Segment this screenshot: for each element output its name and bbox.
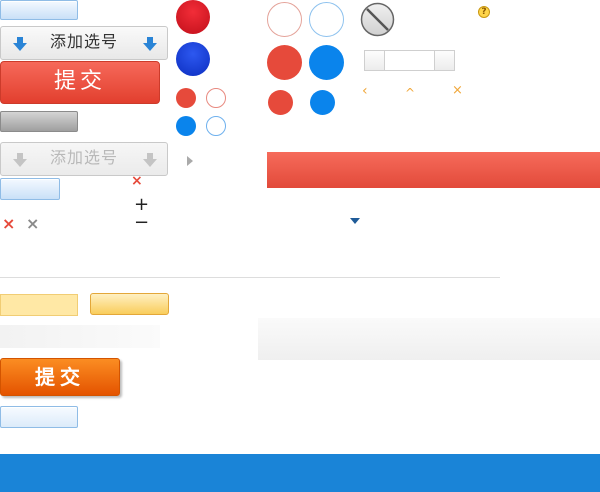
blue-ball[interactable] [176, 42, 210, 76]
blue-small-button-1[interactable] [0, 0, 78, 20]
gray-gradient-bar-large [258, 318, 600, 360]
close-icon-red[interactable]: × [2, 216, 16, 232]
arrow-down-icon [143, 153, 157, 167]
caret-down-icon[interactable] [350, 218, 360, 224]
blue-small-button-2[interactable] [0, 178, 60, 200]
blue-dot-unselected[interactable] [206, 116, 226, 136]
arrow-down-icon [143, 37, 157, 51]
blue-dot-selected[interactable] [176, 116, 196, 136]
red-banner-bar [267, 152, 600, 188]
red-circle-filled-large[interactable] [267, 45, 302, 80]
arrow-down-icon [13, 153, 27, 167]
help-icon[interactable]: ? [478, 6, 490, 18]
close-icon-gray[interactable]: × [26, 216, 40, 232]
chevron-up-icon[interactable]: ^ [405, 86, 419, 100]
divider [0, 277, 500, 278]
yellow-box[interactable] [0, 294, 78, 316]
gray-gradient-bar-small [0, 325, 160, 348]
stepper-decrement[interactable] [365, 51, 385, 70]
chevron-left-icon[interactable]: ‹ [362, 84, 374, 98]
footer-bar [0, 454, 600, 492]
stepper-value[interactable] [386, 51, 434, 70]
minus-icon[interactable]: − [134, 214, 150, 232]
close-icon-small-red[interactable]: × [131, 174, 143, 188]
submit-button[interactable]: 提交 [0, 61, 160, 104]
blue-circle-outline-large[interactable] [309, 2, 344, 37]
red-circle-filled-medium[interactable] [268, 90, 293, 115]
gray-button[interactable] [0, 111, 78, 132]
close-icon-orange[interactable]: × [452, 84, 464, 98]
red-dot-unselected[interactable] [206, 88, 226, 108]
submit-label: 提交 [53, 69, 106, 94]
submit-orange-button[interactable]: 提交 [0, 358, 120, 396]
add-option-button-disabled: 添加选号 [0, 142, 168, 176]
submit-orange-label: 提交 [35, 365, 85, 389]
caret-right-icon[interactable] [187, 156, 193, 166]
blue-circle-filled-medium[interactable] [310, 90, 335, 115]
quantity-stepper[interactable] [364, 50, 455, 71]
blue-circle-filled-large[interactable] [309, 45, 344, 80]
add-option-button[interactable]: 添加选号 [0, 26, 168, 60]
stepper-increment[interactable] [434, 51, 454, 70]
add-option-label: 添加选号 [49, 32, 118, 51]
blue-small-button-3[interactable] [0, 406, 78, 428]
yellow-button[interactable] [90, 293, 169, 315]
red-ball[interactable] [176, 0, 210, 34]
red-dot-selected[interactable] [176, 88, 196, 108]
arrow-down-icon [13, 37, 27, 51]
add-option-disabled-label: 添加选号 [49, 148, 118, 167]
forbidden-icon [360, 2, 395, 37]
red-circle-outline-large[interactable] [267, 2, 302, 37]
